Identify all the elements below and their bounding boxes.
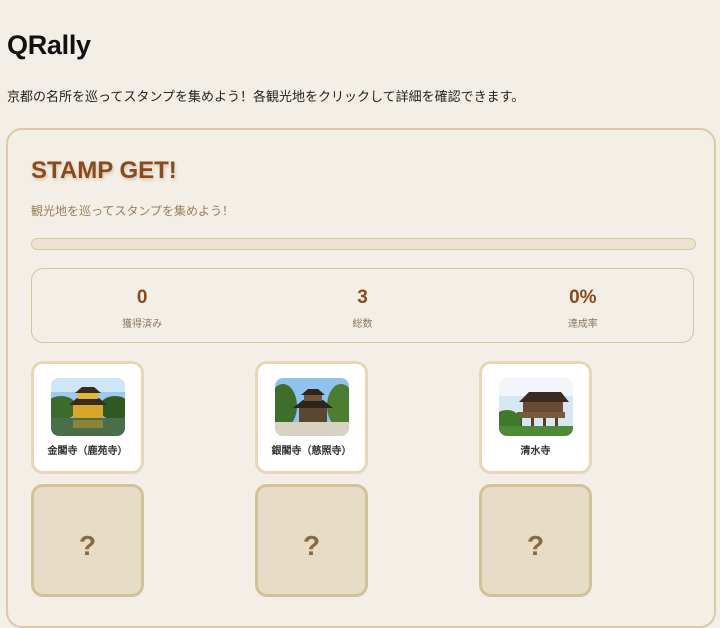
stat-rate-value: 0%: [569, 287, 597, 308]
stat-rate: 0% 達成率: [473, 269, 693, 342]
locked-stamp-tile[interactable]: ?: [479, 484, 592, 597]
stat-rate-label: 達成率: [567, 319, 598, 330]
question-mark-icon: ?: [78, 529, 97, 561]
app-description: 京都の名所を巡ってスタンプを集めよう！各観光地をクリックして詳細を確認できます。: [7, 90, 525, 105]
stats-panel: 0 獲得済み 3 総数 0% 達成率: [31, 268, 694, 343]
stat-collected-label: 獲得済み: [122, 319, 163, 330]
spot-name: 清水寺: [520, 446, 551, 457]
stat-collected-value: 0: [136, 287, 148, 308]
stat-total: 3 総数: [252, 269, 472, 342]
progress-bar: [31, 238, 696, 250]
locked-stamp-tile[interactable]: ?: [255, 484, 368, 597]
stat-total-label: 総数: [352, 319, 373, 330]
question-mark-icon: ?: [526, 529, 545, 561]
stamp-card-subtitle: 観光地を巡ってスタンプを集めよう！: [31, 204, 235, 218]
stat-total-value: 3: [357, 287, 368, 308]
spot-name: 金閣寺（鹿苑寺）: [47, 446, 128, 457]
app-title: QRally: [7, 30, 91, 60]
spot-tile-kinkakuji[interactable]: 金閣寺（鹿苑寺）: [31, 361, 144, 474]
question-mark-icon: ?: [302, 529, 321, 561]
kiyomizudera-photo: [499, 378, 573, 436]
stat-collected: 0 獲得済み: [32, 269, 252, 342]
stamp-card: STAMP GET! 観光地を巡ってスタンプを集めよう！ 0 獲得済み 3 総数…: [6, 128, 716, 628]
kinkakuji-photo: [51, 378, 125, 436]
spot-tile-kiyomizudera[interactable]: 清水寺: [479, 361, 592, 474]
spot-tile-ginkakuji[interactable]: 銀閣寺（慈照寺）: [255, 361, 368, 474]
ginkakuji-photo: [275, 378, 349, 436]
spot-name: 銀閣寺（慈照寺）: [271, 446, 352, 457]
locked-stamp-tile[interactable]: ?: [31, 484, 144, 597]
stamp-card-title: STAMP GET!: [31, 157, 177, 184]
